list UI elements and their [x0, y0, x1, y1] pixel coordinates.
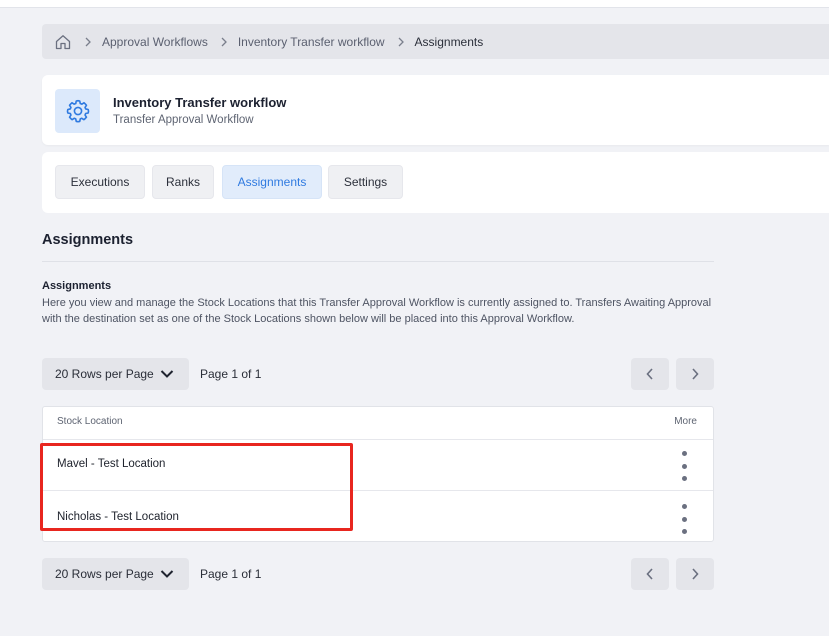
chevron-left-icon [646, 568, 653, 580]
home-icon[interactable] [54, 33, 72, 51]
chevron-left-icon [646, 368, 653, 380]
more-options-icon[interactable] [677, 451, 691, 481]
rows-per-page-select-bottom[interactable]: 20 Rows per Page [42, 558, 189, 590]
tab-assignments[interactable]: Assignments [222, 165, 322, 199]
column-header-stock-location: Stock Location [57, 416, 123, 427]
more-options-icon[interactable] [677, 504, 691, 534]
next-page-button[interactable] [676, 358, 714, 390]
page-indicator: Page 1 of 1 [200, 367, 262, 381]
chevron-right-icon [220, 37, 228, 47]
rows-per-page-label: 20 Rows per Page [55, 367, 154, 381]
stock-location-cell: Nicholas - Test Location [57, 511, 179, 523]
tabs-bar: Executions Ranks Assignments Settings [42, 152, 829, 213]
section-divider [42, 261, 714, 262]
section-title: Assignments [42, 232, 134, 248]
table-row: Nicholas - Test Location [43, 490, 713, 542]
chevron-right-icon [692, 368, 699, 380]
chevron-down-icon [160, 368, 174, 380]
top-bar [0, 0, 829, 7]
top-divider [0, 7, 829, 8]
breadcrumb-current: Assignments [414, 34, 484, 49]
breadcrumb-approval-workflows[interactable]: Approval Workflows [102, 35, 208, 49]
column-header-more: More [674, 416, 697, 427]
gear-icon [55, 89, 100, 133]
section-description: Here you view and manage the Stock Locat… [42, 297, 712, 325]
prev-page-button-bottom[interactable] [631, 558, 669, 590]
chevron-down-icon [160, 568, 174, 580]
tab-executions[interactable]: Executions [55, 165, 145, 199]
section-subtitle: Assignments [42, 280, 112, 292]
assignments-table: Stock Location More Mavel - Test Locatio… [42, 406, 714, 542]
chevron-right-icon [397, 37, 405, 47]
chevron-right-icon [692, 568, 699, 580]
chevron-right-icon [84, 37, 92, 47]
workflow-subtitle: Transfer Approval Workflow [113, 114, 254, 126]
prev-page-button[interactable] [631, 358, 669, 390]
rows-per-page-label: 20 Rows per Page [55, 567, 154, 581]
page-indicator-bottom: Page 1 of 1 [200, 567, 262, 581]
workflow-title: Inventory Transfer workflow [113, 95, 287, 110]
table-row: Mavel - Test Location [43, 439, 713, 491]
next-page-button-bottom[interactable] [676, 558, 714, 590]
breadcrumb-workflow[interactable]: Inventory Transfer workflow [238, 35, 385, 49]
stock-location-cell: Mavel - Test Location [57, 458, 166, 470]
tab-ranks[interactable]: Ranks [152, 165, 214, 199]
tab-settings[interactable]: Settings [328, 165, 403, 199]
workflow-header-card: Inventory Transfer workflow Transfer App… [42, 75, 829, 145]
rows-per-page-select[interactable]: 20 Rows per Page [42, 358, 189, 390]
breadcrumb: Approval Workflows Inventory Transfer wo… [42, 24, 829, 59]
